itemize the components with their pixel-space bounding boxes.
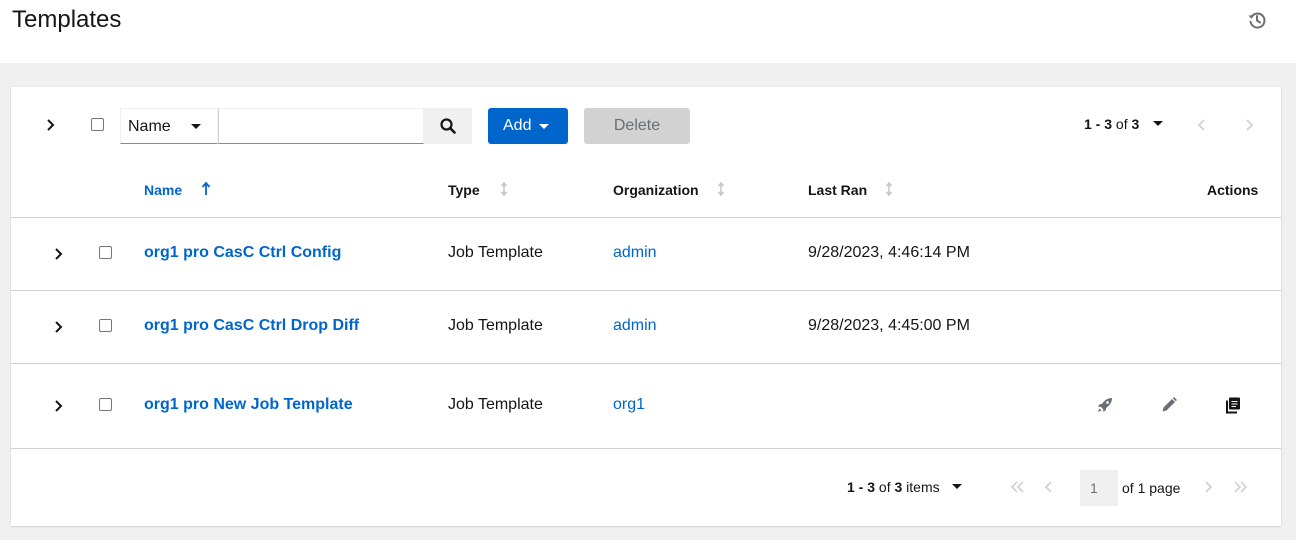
current-page-input[interactable] <box>1080 470 1118 506</box>
caret-down-icon <box>539 124 549 129</box>
template-name-link[interactable]: org1 pro New Job Template <box>144 396 353 414</box>
history-icon[interactable] <box>1247 10 1267 30</box>
pagination-of: of <box>1115 116 1128 132</box>
pagination-range: 1 - 3 <box>847 479 876 495</box>
column-header-type[interactable]: Type <box>448 182 480 198</box>
last-ran: 9/28/2023, 4:45:00 PM <box>808 317 970 334</box>
organization-link[interactable]: org1 <box>613 396 645 414</box>
pagination-of: of <box>878 479 891 495</box>
search-icon <box>440 118 456 134</box>
delete-button[interactable]: Delete <box>584 108 690 144</box>
sort-icon[interactable] <box>499 181 509 197</box>
caret-down-icon <box>1153 121 1164 126</box>
sort-icon[interactable] <box>716 181 726 197</box>
sort-ascending-icon[interactable] <box>201 181 211 197</box>
divider <box>11 363 1281 364</box>
row-expand-chevron-icon[interactable] <box>53 399 63 413</box>
expand-all-chevron-icon[interactable] <box>44 117 58 133</box>
row-expand-chevron-icon[interactable] <box>53 320 63 334</box>
row-expand-chevron-icon[interactable] <box>53 247 63 261</box>
search-input[interactable] <box>218 108 424 144</box>
page-count: of 1 page <box>1122 480 1181 496</box>
pagination-top-toggle[interactable]: 1 - 3 of 3 <box>1084 116 1164 132</box>
pagination-total: 3 <box>894 479 903 495</box>
rocket-icon[interactable] <box>1096 396 1114 414</box>
pagination-bottom-toggle[interactable]: 1 - 3 of 3 items <box>847 479 962 495</box>
add-button-label: Add <box>503 117 532 134</box>
row-checkbox[interactable] <box>99 246 112 259</box>
column-header-organization[interactable]: Organization <box>613 182 699 198</box>
caret-down-icon <box>951 484 962 489</box>
page-title: Templates <box>12 6 122 33</box>
column-header-actions: Actions <box>1207 182 1259 198</box>
filter-by-select[interactable]: Name <box>120 108 218 144</box>
row-checkbox[interactable] <box>99 319 112 332</box>
divider <box>11 217 1281 218</box>
pencil-icon[interactable] <box>1160 396 1178 414</box>
row-checkbox[interactable] <box>99 398 112 411</box>
next-page-icon[interactable] <box>1244 118 1254 132</box>
first-page-icon[interactable] <box>1010 480 1026 494</box>
last-page-icon[interactable] <box>1232 480 1248 494</box>
previous-page-icon[interactable] <box>1197 118 1207 132</box>
next-page-icon[interactable] <box>1203 480 1213 494</box>
template-type: Job Template <box>448 244 543 261</box>
template-type: Job Template <box>448 396 543 413</box>
template-name-link[interactable]: org1 pro CasC Ctrl Config <box>144 244 341 262</box>
organization-link[interactable]: admin <box>613 317 657 335</box>
caret-down-icon <box>191 124 201 129</box>
divider <box>11 290 1281 291</box>
template-type: Job Template <box>448 317 543 334</box>
sort-icon[interactable] <box>884 181 894 197</box>
previous-page-icon[interactable] <box>1044 480 1054 494</box>
add-button[interactable]: Add <box>488 108 568 144</box>
pagination-total: 3 <box>1131 116 1140 132</box>
column-header-last-ran[interactable]: Last Ran <box>808 182 867 198</box>
templates-list-card: Name Add Delete 1 - 3 of 3 Name Type Org… <box>11 87 1281 526</box>
select-all-checkbox[interactable] <box>91 118 104 131</box>
pagination-range: 1 - 3 <box>1084 116 1113 132</box>
pagination-items-word: items <box>906 479 940 495</box>
filter-by-label: Name <box>128 118 171 135</box>
search-button[interactable] <box>424 108 472 144</box>
page-header: Templates <box>0 0 1296 63</box>
copy-icon[interactable] <box>1224 396 1242 414</box>
last-ran: 9/28/2023, 4:46:14 PM <box>808 244 970 261</box>
delete-button-label: Delete <box>613 117 661 134</box>
organization-link[interactable]: admin <box>613 244 657 262</box>
template-name-link[interactable]: org1 pro CasC Ctrl Drop Diff <box>144 317 359 335</box>
column-header-name[interactable]: Name <box>144 182 182 198</box>
divider <box>11 448 1281 449</box>
